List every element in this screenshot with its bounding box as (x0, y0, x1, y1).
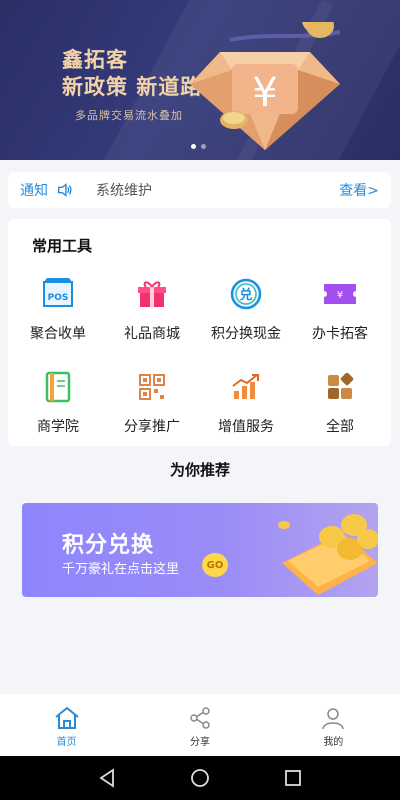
nav-label: 首页 (56, 737, 77, 748)
card-icon: ¥ (323, 277, 357, 311)
tool-label: 分享推广 (124, 419, 180, 435)
notice-label: 通知 (20, 183, 48, 199)
home-circle-icon[interactable] (190, 768, 210, 788)
tool-label: 商学院 (37, 419, 79, 435)
tool-share-promote[interactable]: 分享推广 (104, 370, 200, 436)
pos-icon: POS (41, 277, 75, 311)
recommend-heading: 为你推荐 (169, 461, 230, 479)
tool-value-added[interactable]: 增值服务 (198, 370, 294, 436)
tool-label: 礼品商城 (124, 326, 180, 342)
nav-label: 我的 (323, 737, 344, 748)
banner-title-line1: 鑫拓客 (62, 47, 128, 72)
nav-label: 分享 (189, 737, 210, 748)
banner-dot[interactable] (201, 144, 206, 149)
tool-aggregate-payment[interactable]: POS 聚合收单 (10, 277, 106, 343)
promo-title: 积分兑换 (62, 533, 155, 558)
yuan-symbol: ¥ (252, 70, 277, 116)
promo-banner[interactable]: 鑫拓客 新政策 新道路 多品牌交易流水叠加 ¥ (0, 0, 400, 160)
gift-icon (135, 277, 169, 311)
back-icon[interactable] (97, 768, 117, 788)
tool-all[interactable]: 全部 (292, 370, 388, 436)
banner-title-line2: 新政策 新道路 (62, 74, 203, 99)
svg-text:兑: 兑 (239, 287, 252, 303)
tool-business-school[interactable]: 商学院 (10, 370, 106, 436)
all-apps-icon (323, 370, 357, 404)
tool-label: 积分换现金 (211, 326, 281, 342)
promo-subtitle: 千万豪礼在点击这里 (62, 562, 180, 577)
bottom-navigation: 首页 分享 我的 (0, 694, 400, 756)
book-icon (41, 370, 75, 404)
tool-card-expand[interactable]: ¥ 办卡拓客 (292, 277, 388, 343)
tool-label: 增值服务 (218, 419, 274, 435)
points-exchange-promo[interactable]: 积分兑换 千万豪礼在点击这里 GO (22, 503, 378, 597)
banner-pagination (191, 144, 206, 149)
share-icon (190, 707, 210, 729)
tool-label: 全部 (326, 419, 354, 435)
tool-label: 聚合收单 (30, 326, 86, 342)
common-tools-card: 常用工具 POS 聚合收单 礼品商城 兑 积分换现金 ¥ 办卡拓客 商学院 分享… (8, 219, 391, 446)
growth-chart-icon (229, 370, 263, 404)
home-icon (55, 706, 79, 729)
points-exchange-icon: 兑 (229, 277, 263, 311)
profile-icon (322, 708, 345, 730)
tools-heading: 常用工具 (32, 237, 93, 255)
banner-dot[interactable] (191, 144, 196, 149)
promo-go-button[interactable]: GO (202, 553, 228, 577)
recents-icon[interactable] (283, 768, 303, 788)
banner-subtitle: 多品牌交易流水叠加 (75, 109, 183, 122)
system-nav-bar (0, 756, 400, 800)
tool-gift-mall[interactable]: 礼品商城 (104, 277, 200, 343)
svg-text:¥: ¥ (337, 290, 343, 301)
notice-bar[interactable]: 通知 系统维护 查看> (8, 172, 391, 208)
tool-points-cash[interactable]: 兑 积分换现金 (198, 277, 294, 343)
qr-code-icon (135, 370, 169, 404)
tool-label: 办卡拓客 (312, 326, 368, 342)
notice-text: 系统维护 (96, 183, 152, 199)
svg-text:POS: POS (48, 293, 69, 303)
nav-profile[interactable]: 我的 (267, 694, 400, 756)
nav-share[interactable]: 分享 (133, 694, 266, 756)
yuan-gem-icon: ¥ (190, 22, 341, 150)
nav-home[interactable]: 首页 (0, 694, 133, 756)
notice-more-link[interactable]: 查看> (339, 180, 379, 200)
speaker-icon (57, 183, 72, 197)
coins-illustration-icon (278, 514, 378, 595)
